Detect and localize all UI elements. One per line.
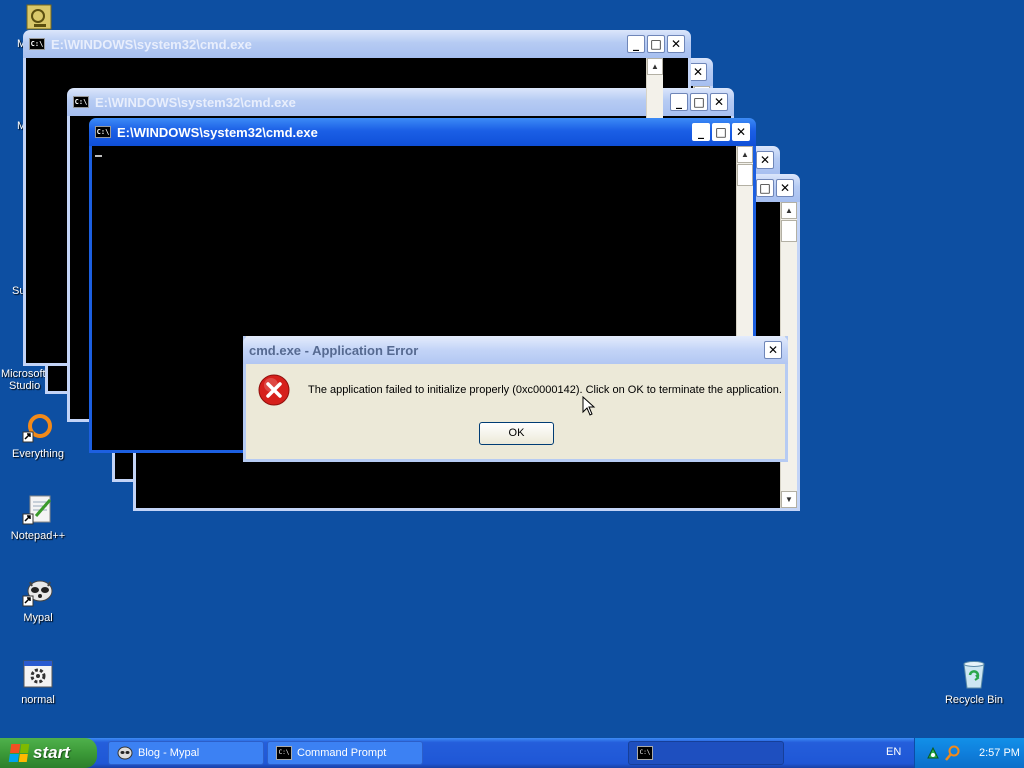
start-label: start — [33, 743, 70, 762]
taskbar-item-mypal[interactable]: Blog - Mypal — [108, 741, 264, 765]
desktop-icon-label: Recycle Bin — [944, 694, 1004, 706]
dialog-close-button[interactable]: ✕ — [764, 341, 782, 359]
maximize-button[interactable]: □ — [756, 179, 774, 197]
scroll-thumb[interactable] — [781, 220, 797, 242]
notepadpp-icon — [22, 495, 52, 525]
gear-window-icon — [23, 660, 53, 688]
desktop-icon-top[interactable] — [26, 4, 52, 30]
close-button[interactable]: ✕ — [756, 151, 774, 169]
close-button[interactable]: ✕ — [667, 35, 685, 53]
error-icon — [258, 374, 290, 406]
cmd-app-icon: C:\ — [73, 96, 89, 108]
desktop-icon-notepadpp[interactable]: Notepad++ — [0, 494, 76, 543]
window-title: E:\WINDOWS\system32\cmd.exe — [51, 36, 252, 52]
network-icon[interactable] — [925, 745, 941, 761]
minimize-button[interactable]: _ — [692, 123, 710, 141]
ok-button[interactable]: OK — [479, 422, 554, 445]
mouse-pointer-icon — [582, 396, 596, 416]
desktop-icon-label: Notepad++ — [10, 530, 66, 542]
cmd-app-icon: C:\ — [637, 746, 653, 760]
minimize-button[interactable]: _ — [627, 35, 645, 53]
clock[interactable]: 2:57 PM — [979, 747, 1020, 759]
desktop-icon-mypal[interactable]: Mypal — [0, 576, 76, 625]
application-error-dialog[interactable]: cmd.exe - Application Error ✕ The applic… — [243, 336, 788, 462]
windows-logo-icon — [8, 744, 30, 762]
raccoon-icon — [22, 580, 53, 607]
taskbar-item-label: Blog - Mypal — [138, 747, 200, 759]
everything-icon — [22, 414, 52, 443]
cmd-app-icon: C:\ — [276, 746, 292, 760]
dialog-title: cmd.exe - Application Error — [249, 342, 419, 358]
taskbar-item-command-prompt[interactable]: C:\ Command Prompt — [267, 741, 423, 765]
scroll-thumb[interactable] — [737, 164, 753, 186]
cmd-window-titlebar[interactable]: C:\ E:\WINDOWS\system32\cmd.exe _ □ ✕ — [23, 30, 691, 58]
cmd-window-titlebar[interactable]: C:\ E:\WINDOWS\system32\cmd.exe _ □ ✕ — [67, 88, 734, 116]
scroll-up-arrow[interactable]: ▲ — [647, 58, 663, 75]
scroll-up-arrow[interactable]: ▲ — [781, 202, 797, 219]
system-tray: 2:57 PM — [914, 738, 1024, 768]
maximize-button[interactable]: □ — [712, 123, 730, 141]
window-title: E:\WINDOWS\system32\cmd.exe — [95, 94, 296, 110]
taskbar-item-label: Command Prompt — [297, 747, 387, 759]
window-title: E:\WINDOWS\system32\cmd.exe — [117, 124, 318, 140]
desktop-icon-normal[interactable]: normal — [0, 658, 76, 707]
cmd-app-icon: C:\ — [29, 38, 45, 50]
cmd-app-icon: C:\ — [95, 126, 111, 138]
close-button[interactable]: ✕ — [710, 93, 728, 111]
computer-icon — [26, 4, 52, 30]
desktop-icon-label: Mypal — [23, 612, 53, 624]
desktop-icon-everything[interactable]: Everything — [0, 412, 76, 461]
scroll-down-arrow[interactable]: ▼ — [781, 491, 797, 508]
maximize-button[interactable]: □ — [690, 93, 708, 111]
close-button[interactable]: ✕ — [689, 63, 707, 81]
cmd-window-titlebar[interactable]: C:\ E:\WINDOWS\system32\cmd.exe _ □ ✕ — [89, 118, 756, 146]
maximize-button[interactable]: □ — [647, 35, 665, 53]
recycle-bin-icon — [963, 661, 985, 689]
desktop-icon-recycle-bin[interactable]: Recycle Bin — [936, 658, 1012, 707]
error-message: The application failed to initialize pro… — [308, 384, 782, 396]
desktop-label-partial-5: Studio — [9, 380, 41, 392]
minimize-button[interactable]: _ — [670, 93, 688, 111]
desktop-icon-label: normal — [21, 694, 55, 706]
close-button[interactable]: ✕ — [732, 123, 750, 141]
taskbar: start Blog - Mypal C:\ Command Prompt C:… — [0, 738, 1024, 768]
raccoon-icon — [117, 746, 133, 760]
scroll-up-arrow[interactable]: ▲ — [737, 146, 753, 163]
search-icon[interactable] — [945, 745, 961, 761]
language-indicator[interactable]: EN — [886, 746, 901, 758]
dialog-titlebar[interactable]: cmd.exe - Application Error ✕ — [243, 336, 788, 364]
start-button[interactable]: start — [0, 738, 97, 768]
text-cursor — [95, 155, 102, 157]
desktop-icon-label: Everything — [12, 448, 64, 460]
taskbar-item-cmd-active[interactable]: C:\ — [628, 741, 784, 765]
close-button[interactable]: ✕ — [776, 179, 794, 197]
